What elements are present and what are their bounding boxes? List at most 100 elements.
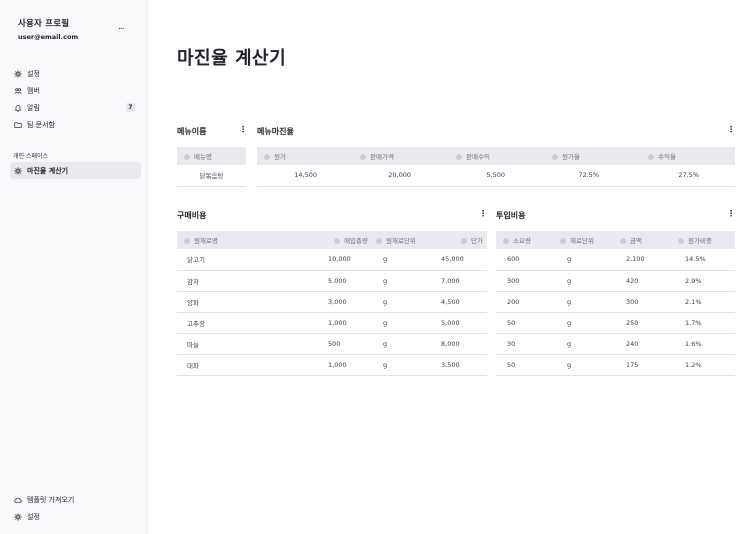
purchase-cost-options-icon[interactable]: ⋮	[479, 210, 487, 218]
table-cell[interactable]: g	[372, 249, 432, 271]
input-cost-table: 소요량 재료단위 금액 원가비중 600 g 2,100 14.5% 300 g 420 2…	[496, 231, 735, 376]
gear-icon	[13, 166, 23, 176]
table-cell[interactable]: 2.9%	[674, 270, 735, 292]
table-cell[interactable]: 1,000	[322, 354, 372, 376]
menu-margin-options-icon[interactable]: ⋮	[727, 126, 735, 134]
table-cell[interactable]: 50	[496, 354, 556, 376]
bell-icon	[13, 103, 23, 113]
table-cell[interactable]: g	[556, 270, 616, 292]
table-cell[interactable]: 닭볶음탕	[177, 165, 246, 187]
profile-email: user@email.com	[18, 33, 79, 41]
nav-item-settings-bottom[interactable]: 설정	[10, 508, 141, 525]
table-row: 50 g 175 1.2%	[496, 354, 735, 376]
table-cell[interactable]: 300	[496, 270, 556, 292]
table-row: 200 g 300 2.1%	[496, 291, 735, 313]
nav-label: 알림	[27, 103, 40, 112]
table-cell[interactable]: g	[556, 312, 616, 334]
column-header[interactable]: 판매수익	[449, 147, 545, 165]
column-header[interactable]: 메뉴명	[177, 147, 246, 165]
table-cell[interactable]: g	[372, 312, 432, 334]
table-cell[interactable]: 300	[616, 291, 674, 313]
table-cell[interactable]: 20,000	[353, 165, 449, 187]
table-cell[interactable]: 7,000	[432, 270, 487, 292]
table-cell[interactable]: 3,000	[322, 291, 372, 313]
table-cell[interactable]: 1,000	[322, 312, 372, 334]
table-cell[interactable]: 3,500	[432, 354, 487, 376]
table-cell[interactable]: 240	[616, 333, 674, 355]
nav-item-margin-calculator[interactable]: 마진율 계산기	[10, 162, 141, 179]
column-header[interactable]: 소요량	[496, 231, 556, 249]
table-cell[interactable]: 50	[496, 312, 556, 334]
table-cell[interactable]: g	[372, 354, 432, 376]
table-cell[interactable]: 500	[322, 333, 372, 355]
nav-item-team-docs[interactable]: 팀 문서함	[10, 116, 141, 133]
table-cell[interactable]: 고추장	[177, 312, 322, 334]
table-cell[interactable]: g	[556, 291, 616, 313]
column-type-icon	[678, 238, 684, 244]
column-header[interactable]: 매입총량	[322, 231, 372, 249]
table-cell[interactable]: 72.5%	[545, 165, 641, 187]
column-header[interactable]: 원가비중	[674, 231, 735, 249]
nav-item-members[interactable]: 멤버	[10, 82, 141, 99]
nav-item-import-template[interactable]: 템플릿 가져오기	[10, 491, 141, 508]
table-cell[interactable]: 1.2%	[674, 354, 735, 376]
table-cell[interactable]: 14,500	[257, 165, 353, 187]
table-row: 닭볶음탕	[177, 165, 246, 187]
table-cell[interactable]: 2.1%	[674, 291, 735, 313]
column-header[interactable]: 단가	[432, 231, 487, 249]
table-cell[interactable]: 200	[496, 291, 556, 313]
table-cell[interactable]: 대파	[177, 354, 322, 376]
table-cell[interactable]: g	[372, 291, 432, 313]
nav-item-settings[interactable]: 설정	[10, 65, 141, 82]
column-type-icon	[264, 154, 270, 160]
table-cell[interactable]: 닭고기	[177, 249, 322, 271]
table-cell[interactable]: g	[556, 333, 616, 355]
table-cell[interactable]: 10,000	[322, 249, 372, 271]
table-cell[interactable]: 1.6%	[674, 333, 735, 355]
table-row: 닭고기 10,000 g 45,000	[177, 249, 487, 271]
table-cell[interactable]: 600	[496, 249, 556, 271]
nav-item-notifications[interactable]: 알림 7	[10, 99, 141, 116]
table-row: 양파 3,000 g 4,500	[177, 291, 487, 313]
sidebar: 사용자 프로필 user@email.com ... 설정 멤버 알림 7 팀 …	[0, 0, 148, 534]
menu-name-options-icon[interactable]: ⋮	[239, 126, 247, 134]
table-cell[interactable]: 5,000	[432, 312, 487, 334]
table-cell[interactable]: 420	[616, 270, 674, 292]
gear-icon	[13, 69, 23, 79]
table-cell[interactable]: 4,500	[432, 291, 487, 313]
table-cell[interactable]: 마늘	[177, 333, 322, 355]
column-header[interactable]: 수익율	[641, 147, 735, 165]
nav-label: 마진율 계산기	[27, 166, 69, 175]
table-cell[interactable]: 30	[496, 333, 556, 355]
column-header[interactable]: 원가	[257, 147, 353, 165]
table-row: 600 g 2,100 14.5%	[496, 249, 735, 271]
column-header[interactable]: 금액	[616, 231, 674, 249]
menu-name-title: 메뉴이름	[177, 127, 207, 136]
table-cell[interactable]: g	[556, 354, 616, 376]
table-cell[interactable]: 8,000	[432, 333, 487, 355]
column-header[interactable]: 원재료명	[177, 231, 322, 249]
table-cell[interactable]: 5,000	[322, 270, 372, 292]
user-profile[interactable]: 사용자 프로필 user@email.com	[18, 17, 78, 41]
table-cell[interactable]: g	[556, 249, 616, 271]
column-header[interactable]: 원가율	[545, 147, 641, 165]
table-cell[interactable]: g	[372, 270, 432, 292]
table-cell[interactable]: 45,000	[432, 249, 487, 271]
column-header[interactable]: 재료단위	[556, 231, 616, 249]
table-cell[interactable]: 5,500	[449, 165, 545, 187]
bottom-nav: 템플릿 가져오기 설정	[10, 491, 141, 525]
input-cost-options-icon[interactable]: ⋮	[727, 210, 735, 218]
table-cell[interactable]: 감자	[177, 270, 322, 292]
table-cell[interactable]: 250	[616, 312, 674, 334]
table-cell[interactable]: 27.5%	[641, 165, 735, 187]
column-header[interactable]: 판매가격	[353, 147, 449, 165]
more-icon[interactable]: ...	[118, 23, 125, 32]
column-type-icon	[184, 238, 190, 244]
table-cell[interactable]: 2,100	[616, 249, 674, 271]
table-cell[interactable]: 14.5%	[674, 249, 735, 271]
column-header[interactable]: 원재료단위	[372, 231, 432, 249]
table-cell[interactable]: 175	[616, 354, 674, 376]
table-cell[interactable]: 양파	[177, 291, 322, 313]
table-cell[interactable]: g	[372, 333, 432, 355]
table-cell[interactable]: 1.7%	[674, 312, 735, 334]
